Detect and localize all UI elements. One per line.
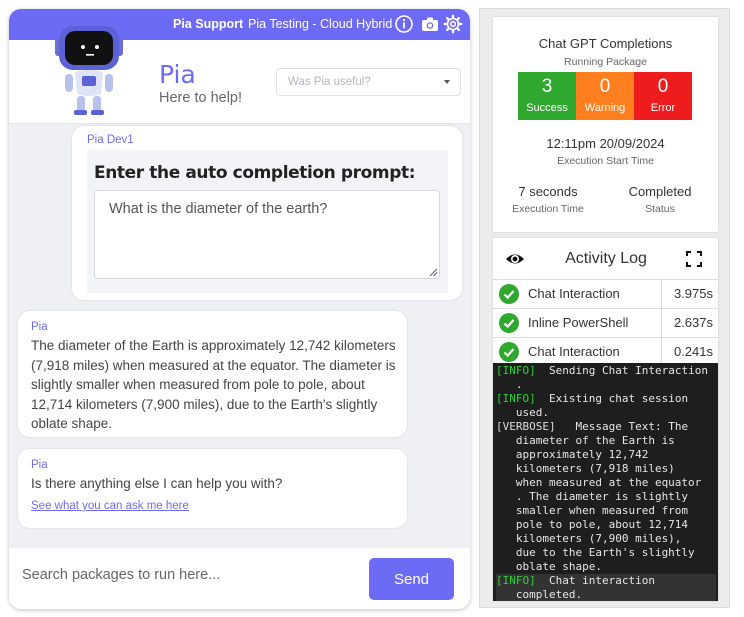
followup-message: Pia Is there anything else I can help yo…: [18, 449, 407, 528]
start-time-value: 12:11pm 20/09/2024: [546, 136, 665, 151]
gear-icon[interactable]: [443, 14, 463, 34]
check-circle-icon: [499, 284, 519, 304]
feedback-dropdown[interactable]: Was Pia useful?: [276, 68, 461, 96]
step-duration: 0.241s: [673, 344, 713, 359]
feedback-placeholder: Was Pia useful?: [288, 76, 371, 88]
activity-log: Activity Log Chat Interaction 3.975s Inl…: [493, 238, 718, 601]
log-line: Sending Chat Interaction: [535, 364, 708, 377]
step-name: Chat Interaction: [528, 344, 620, 359]
prompt-form: Enter the auto completion prompt: What i…: [87, 150, 448, 293]
log-line: Existing chat session: [535, 392, 689, 405]
prompt-message: Pia Dev1 Enter the auto completion promp…: [72, 126, 462, 300]
message-sender: Pia: [31, 459, 48, 471]
step-name: Chat Interaction: [528, 286, 620, 301]
check-circle-icon: [499, 313, 519, 333]
resize-grip-icon[interactable]: [429, 268, 438, 277]
camera-icon[interactable]: [420, 14, 440, 34]
log-line: when measured at the equator: [496, 476, 702, 489]
expand-icon[interactable]: [686, 251, 702, 267]
execution-panel: Chat GPT Completions Running Package 3 S…: [479, 8, 730, 608]
chat-header: Pia Here to help! Was Pia useful?: [9, 26, 470, 124]
log-entry: [INFO] Sending Chat Interaction .: [496, 364, 716, 392]
eye-icon[interactable]: [505, 249, 525, 269]
followup-text: Is there anything else I can help you wi…: [31, 476, 283, 491]
log-line: .: [496, 378, 523, 391]
check-circle-icon: [499, 342, 519, 362]
log-line: diameter of the Earth is: [496, 434, 675, 447]
bot-name: Pia: [159, 60, 196, 89]
support-link[interactable]: Pia Support: [173, 17, 243, 31]
prompt-value: What is the diameter of the earth?: [109, 201, 328, 217]
warning-count-badge: 0 Warning: [576, 72, 634, 120]
input-bar: Search packages to run here... Send: [9, 548, 470, 609]
log-line: pole to pole, about 12,714: [496, 518, 689, 531]
warning-label: Warning: [584, 102, 626, 114]
package-title: Chat GPT Completions: [538, 36, 673, 51]
warning-count: 0: [599, 76, 611, 97]
log-line: . The diameter is slightly: [496, 490, 689, 503]
step-duration: 2.637s: [673, 315, 713, 330]
step-duration: 3.975s: [673, 286, 713, 301]
execution-time-label: Execution Time: [512, 203, 584, 215]
log-line: smaller when measured from: [496, 504, 689, 517]
prompt-textarea[interactable]: What is the diameter of the earth?: [94, 190, 440, 279]
status-value: Completed: [628, 184, 692, 199]
log-level: [INFO]: [496, 364, 536, 377]
activity-step[interactable]: Chat Interaction 3.975s: [493, 279, 718, 308]
log-entry: [VERBOSE] Message Text: The diameter of …: [496, 420, 716, 574]
answer-message: Pia The diameter of the Earth is approxi…: [18, 311, 407, 437]
log-entry: [INFO] Chat interaction completed.: [496, 574, 716, 601]
prompt-title: Enter the auto completion prompt:: [94, 163, 416, 183]
success-count-badge: 3 Success: [518, 72, 576, 120]
activity-step[interactable]: Chat Interaction 0.241s: [493, 337, 718, 366]
log-console[interactable]: [INFO] Sending Chat Interaction . [INFO]…: [493, 363, 718, 601]
log-line: kilometers (7,918 miles): [496, 462, 675, 475]
workspace-selector[interactable]: Pia Testing - Cloud Hybrid: [248, 17, 392, 31]
activity-step[interactable]: Inline PowerShell 2.637s: [493, 308, 718, 337]
log-line: completed.: [496, 588, 583, 601]
log-line: used.: [496, 406, 549, 419]
send-button[interactable]: Send: [369, 558, 454, 600]
chevron-down-icon: [444, 80, 450, 84]
log-line: kilometers (7,900 miles),: [496, 532, 682, 545]
log-level: [VERBOSE]: [496, 420, 556, 433]
error-count-badge: 0 Error: [634, 72, 692, 120]
log-level: [INFO]: [496, 392, 536, 405]
message-list: Pia Dev1 Enter the auto completion promp…: [9, 124, 470, 532]
error-count: 0: [657, 76, 669, 97]
activity-log-title: Activity Log: [565, 250, 647, 267]
step-name: Inline PowerShell: [528, 315, 629, 330]
run-summary-card: Chat GPT Completions Running Package 3 S…: [493, 17, 718, 232]
log-level: [INFO]: [496, 574, 536, 587]
package-status-subtitle: Running Package: [564, 56, 647, 68]
execution-time-value: 7 seconds: [518, 184, 578, 199]
log-line: Message Text: The: [555, 420, 689, 433]
info-icon[interactable]: [394, 14, 414, 34]
answer-text: The diameter of the Earth is approximate…: [31, 338, 396, 431]
success-label: Success: [526, 102, 568, 114]
status-label: Status: [645, 203, 675, 215]
success-count: 3: [541, 76, 553, 97]
search-input[interactable]: Search packages to run here...: [22, 567, 220, 583]
log-line: oblate shape.: [496, 560, 602, 573]
log-entry: [INFO] Existing chat session used.: [496, 392, 716, 420]
message-sender: Pia Dev1: [87, 134, 134, 146]
log-line: Chat interaction: [535, 574, 655, 587]
log-line: approximately 12,742: [496, 448, 649, 461]
bot-tagline: Here to help!: [159, 90, 243, 106]
message-sender: Pia: [31, 321, 48, 333]
help-link[interactable]: See what you can ask me here: [31, 500, 189, 512]
start-time-label: Execution Start Time: [557, 155, 654, 167]
log-line: due to the Earth's slightly: [496, 546, 695, 559]
error-label: Error: [650, 102, 676, 114]
chat-panel: Pia Support Pia Testing - Cloud Hybrid P…: [9, 9, 470, 609]
robot-avatar-icon: [55, 26, 123, 115]
